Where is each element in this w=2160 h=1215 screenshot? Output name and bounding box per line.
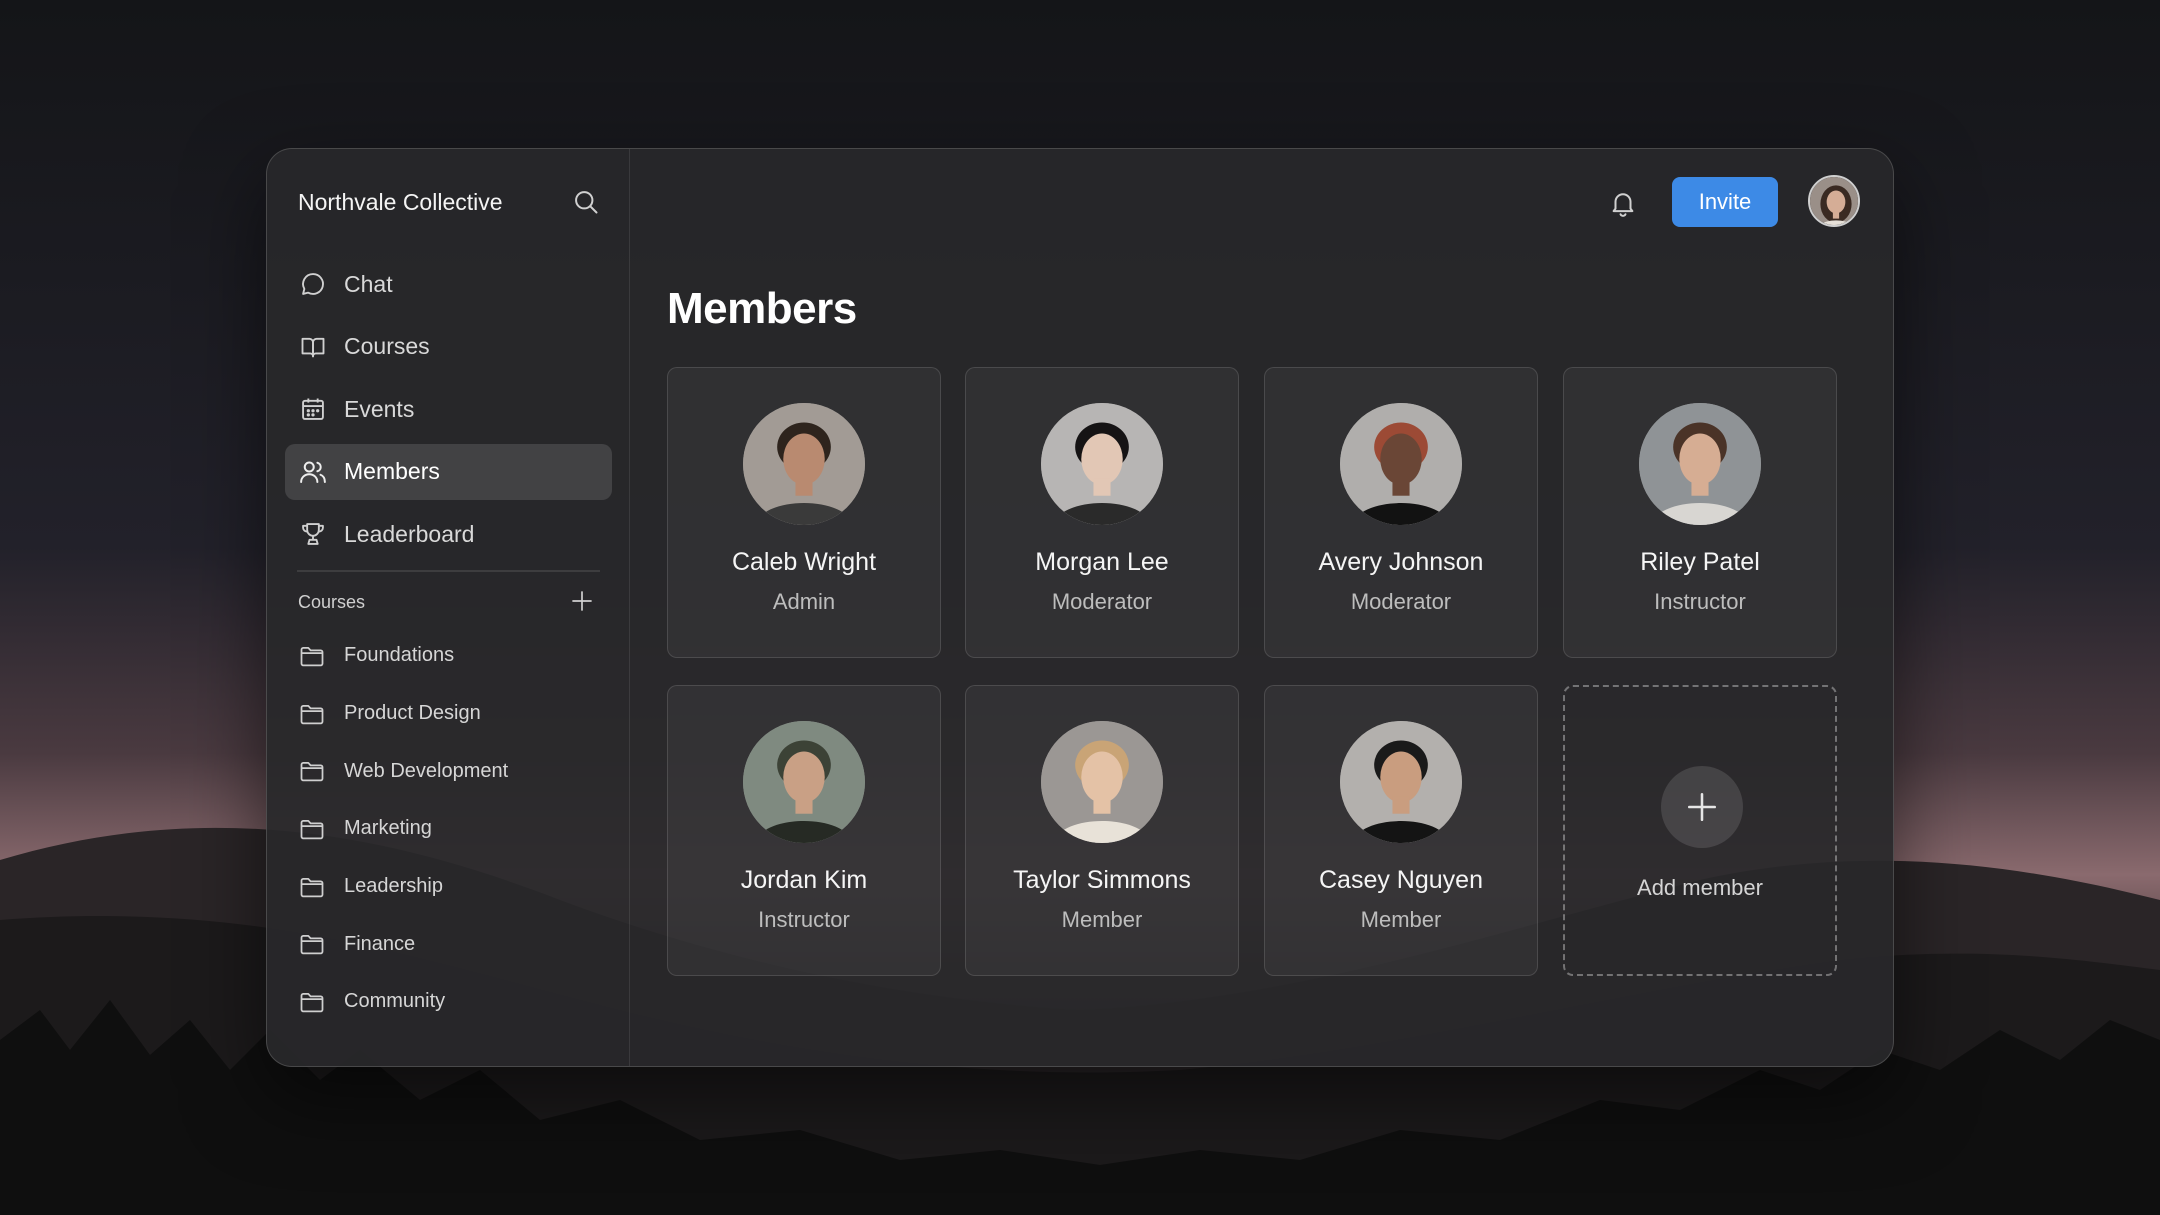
course-list: Foundations Product Design Web Developme… (298, 627, 598, 1031)
folder-icon (298, 757, 326, 785)
bell-icon (1612, 193, 1634, 217)
folder-icon (298, 873, 326, 901)
main-nav: Chat Courses Events Members Leaderboard (285, 256, 612, 569)
member-card[interactable]: Taylor Simmons Member (965, 685, 1239, 976)
member-card[interactable]: Casey Nguyen Member (1264, 685, 1538, 976)
avatar (1810, 177, 1858, 225)
course-item-label: Foundations (344, 644, 455, 667)
course-item-product-design[interactable]: Product Design (298, 685, 598, 743)
member-role: Moderator (1350, 589, 1452, 614)
plus-icon (572, 591, 592, 611)
avatar (1340, 403, 1462, 525)
course-item-label: Community (344, 990, 446, 1013)
member-role: Instructor (1654, 589, 1746, 614)
nav-item-members[interactable]: Members (285, 443, 612, 500)
course-item-label: Leadership (344, 875, 443, 898)
member-name: Jordan Kim (740, 866, 868, 894)
course-item-community[interactable]: Community (298, 973, 598, 1031)
current-user-avatar[interactable] (1808, 175, 1860, 227)
member-role: Member (1360, 907, 1442, 932)
nav-item-label: Events (344, 395, 415, 422)
course-item-marketing[interactable]: Marketing (298, 800, 598, 858)
avatar (1041, 403, 1163, 525)
nav-item-courses[interactable]: Courses (285, 319, 612, 375)
course-item-label: Finance (344, 932, 416, 955)
add-member-button[interactable] (1661, 766, 1743, 848)
folder-icon (298, 930, 326, 958)
chat-bubble-icon (298, 269, 328, 299)
course-item-leadership[interactable]: Leadership (298, 858, 598, 916)
plus-icon (1687, 792, 1717, 822)
brand-name: Northvale Collective (298, 189, 503, 215)
notifications-button[interactable] (1605, 185, 1641, 221)
nav-item-label: Courses (344, 333, 430, 359)
course-item-foundations[interactable]: Foundations (298, 627, 598, 685)
calendar-icon (298, 394, 328, 424)
nav-item-label: Chat (344, 270, 393, 297)
avatar (1340, 721, 1462, 843)
avatar (743, 403, 865, 525)
nav-item-chat[interactable]: Chat (285, 256, 612, 312)
member-name: Avery Johnson (1318, 548, 1484, 576)
folder-icon (298, 700, 326, 728)
member-card[interactable]: Avery Johnson Moderator (1264, 367, 1538, 658)
member-role: Instructor (758, 907, 850, 932)
courses-section-title: Courses (298, 592, 366, 612)
member-card[interactable]: Riley Patel Instructor (1563, 367, 1837, 658)
member-name: Casey Nguyen (1319, 866, 1483, 894)
course-item-web-development[interactable]: Web Development (298, 742, 598, 800)
member-role: Member (1061, 907, 1143, 932)
member-name: Morgan Lee (1035, 548, 1169, 576)
page-title: Members (667, 284, 857, 333)
search-button[interactable] (569, 185, 603, 219)
course-item-label: Marketing (344, 817, 432, 840)
nav-item-leaderboard[interactable]: Leaderboard (285, 506, 612, 562)
book-icon (298, 332, 328, 362)
member-name: Caleb Wright (731, 548, 877, 576)
member-card[interactable]: Morgan Lee Moderator (965, 367, 1239, 658)
add-course-button[interactable] (567, 586, 597, 616)
search-icon (575, 191, 598, 214)
folder-icon (298, 815, 326, 843)
avatar (1041, 721, 1163, 843)
nav-item-label: Leaderboard (344, 520, 475, 547)
member-card[interactable]: Jordan Kim Instructor (667, 685, 941, 976)
nav-item-events[interactable]: Events (285, 381, 612, 437)
member-card[interactable]: Caleb Wright Admin (667, 367, 941, 658)
course-item-finance[interactable]: Finance (298, 915, 598, 973)
course-item-label: Product Design (344, 702, 481, 725)
avatar (1639, 403, 1761, 525)
invite-button[interactable]: Invite (1672, 177, 1778, 227)
users-icon (298, 457, 328, 487)
folder-icon (298, 988, 326, 1016)
member-role: Admin (772, 589, 836, 614)
member-name: Taylor Simmons (1013, 866, 1191, 894)
member-role: Moderator (1051, 589, 1153, 614)
course-item-label: Web Development (344, 759, 509, 782)
sidebar-divider (297, 570, 600, 572)
avatar (743, 721, 865, 843)
nav-item-label: Members (344, 458, 440, 484)
trophy-icon (298, 519, 328, 549)
sidebar: Northvale Collective Chat Courses Events… (267, 149, 630, 1066)
add-member-card[interactable]: Add member (1563, 685, 1837, 976)
member-name: Riley Patel (1640, 548, 1760, 576)
add-member-label: Add member (1637, 875, 1763, 900)
folder-icon (298, 642, 326, 670)
app-window: Northvale Collective Chat Courses Events… (266, 148, 1894, 1067)
